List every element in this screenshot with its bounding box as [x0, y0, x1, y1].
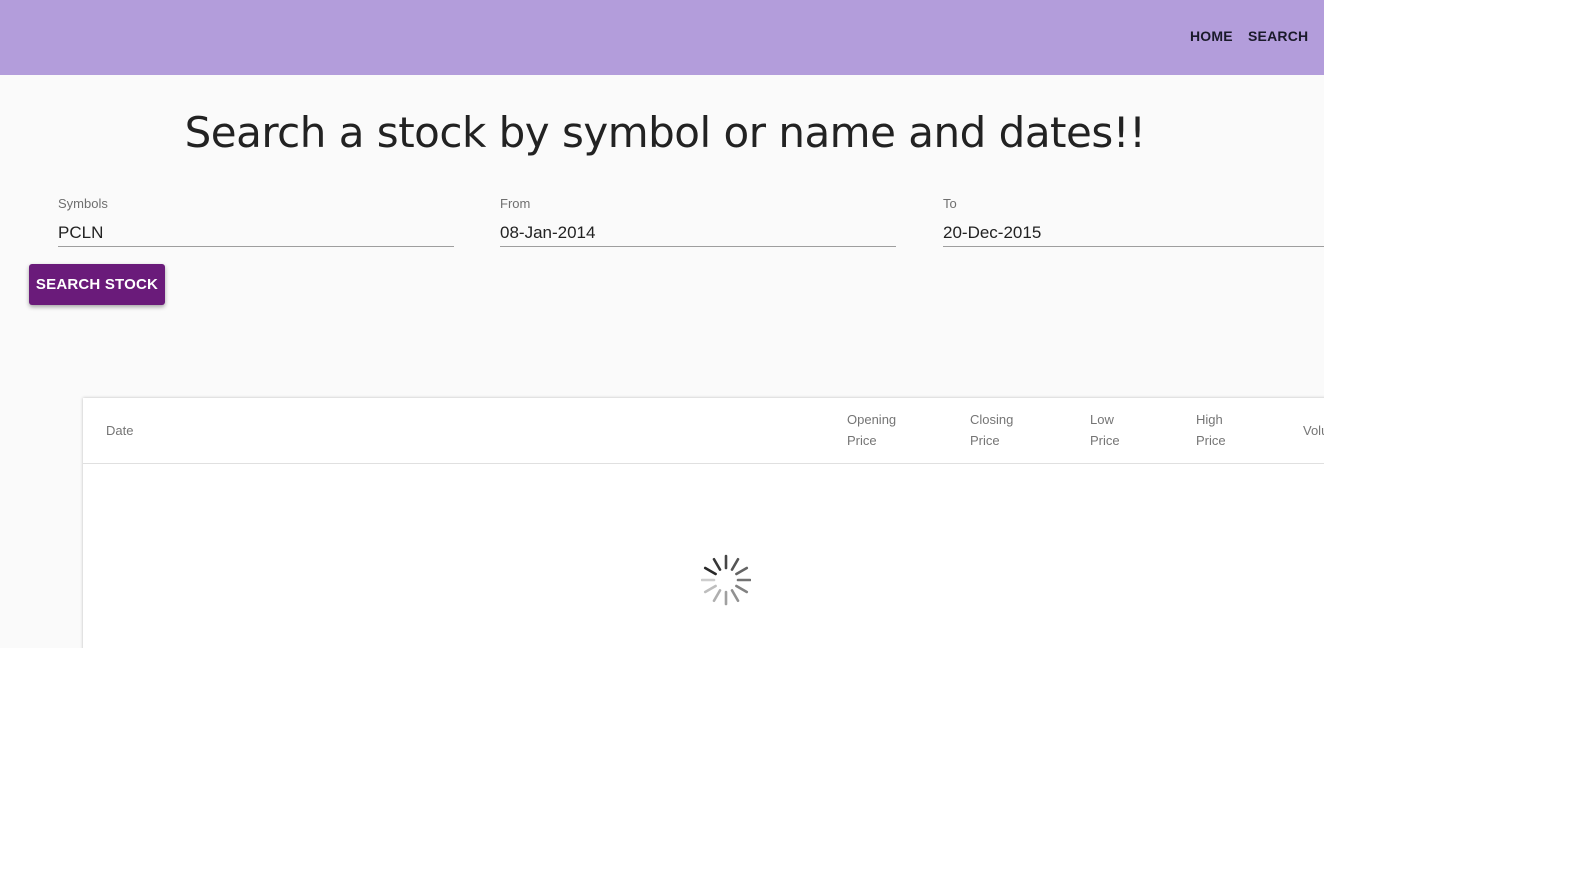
top-toolbar: HOME SEARCH — [0, 0, 1324, 75]
spinner-spoke — [703, 584, 717, 594]
spinner-spoke — [712, 589, 722, 603]
symbols-input[interactable] — [58, 220, 454, 247]
spinner-spoke — [712, 557, 722, 571]
column-header-date[interactable]: Date — [106, 420, 133, 441]
search-stock-button[interactable]: SEARCH STOCK — [29, 264, 165, 305]
column-header-closing-price[interactable]: Closing Price — [970, 409, 1040, 451]
column-header-opening-price[interactable]: Opening Price — [847, 409, 917, 451]
column-header-label: Date — [106, 423, 134, 438]
stock-table: Date Opening Price Closing Price Low Pri… — [83, 398, 1324, 648]
spinner-spoke — [703, 566, 717, 576]
nav-search-link[interactable]: SEARCH — [1248, 28, 1308, 44]
symbols-label: Symbols — [58, 196, 108, 211]
table-header: Date Opening Price Closing Price Low Pri… — [83, 398, 1324, 464]
nav-home-link[interactable]: HOME — [1190, 28, 1233, 44]
spinner-icon — [701, 554, 751, 606]
column-header-label: Low — [1090, 412, 1114, 427]
spinner-spoke — [730, 557, 740, 571]
column-header-low-price[interactable]: Low Price — [1090, 409, 1150, 451]
spinner-spoke — [730, 589, 740, 603]
to-date-field: To — [943, 196, 1324, 252]
column-header-label: Volu — [1303, 423, 1324, 438]
from-date-field: From — [500, 196, 896, 252]
spinner-spoke — [735, 566, 749, 576]
to-date-label: To — [943, 196, 957, 211]
column-header-label: Price — [970, 433, 1000, 448]
column-header-label: Closing — [970, 412, 1014, 427]
column-header-volume[interactable]: Volu — [1303, 420, 1324, 441]
column-header-label: Price — [847, 433, 877, 448]
column-header-label: Price — [1196, 433, 1226, 448]
from-date-input[interactable] — [500, 220, 896, 247]
page-title: Search a stock by symbol or name and dat… — [184, 108, 1146, 157]
column-header-label: Price — [1090, 433, 1120, 448]
symbols-field: Symbols — [58, 196, 454, 252]
column-header-label: Opening — [847, 412, 897, 427]
column-header-label: High — [1196, 412, 1223, 427]
column-header-high-price[interactable]: High Price — [1196, 409, 1256, 451]
app-viewport: HOME SEARCH Search a stock by symbol or … — [0, 0, 1324, 648]
to-date-input[interactable] — [943, 220, 1324, 247]
from-date-label: From — [500, 196, 531, 211]
spinner-spoke — [735, 584, 749, 594]
